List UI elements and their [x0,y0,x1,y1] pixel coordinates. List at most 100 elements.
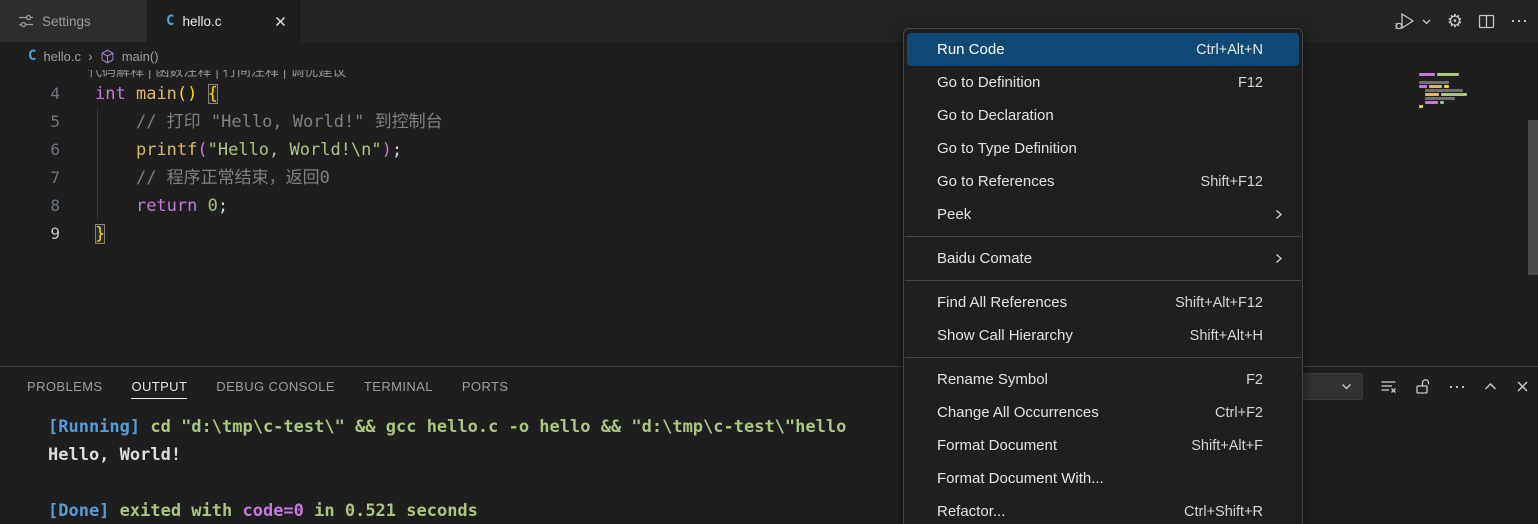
code-text: } [60,220,105,248]
output-line: [Done] exited with code=0 in 0.521 secon… [48,497,1538,524]
panel-tab-output[interactable]: OUTPUT [131,367,187,406]
codelens-links[interactable]: 代码解释 | 函数注释 | 行间注释 | 调优建议 [88,70,1538,80]
channel-select-chevron-icon [1340,380,1353,393]
code-line[interactable]: 7 // 程序正常结束，返回0 [0,164,1538,192]
clear-output-icon[interactable] [1380,378,1397,395]
menu-item-label: Format Document With... [937,470,1289,487]
close-icon[interactable] [274,15,287,28]
panel-tab-ports[interactable]: PORTS [462,367,509,406]
menu-item-label: Refactor... [937,503,1184,520]
menu-item-shortcut: Shift+F12 [1201,174,1263,190]
menu-item-peek[interactable]: Peek [907,198,1299,231]
menu-item-refactor[interactable]: Refactor...Ctrl+Shift+R [907,495,1299,524]
output-line [48,469,1538,497]
code-text: return 0; [60,192,228,220]
menu-item-label: Change All Occurrences [937,404,1215,421]
tab-hello-c[interactable]: C hello.c [148,0,300,42]
panel-tab-problems[interactable]: PROBLEMS [27,367,102,406]
menu-item-change-all-occurrences[interactable]: Change All OccurrencesCtrl+F2 [907,396,1299,429]
panel-tabs: PROBLEMS OUTPUT DEBUG CONSOLE TERMINAL PORTS [27,367,508,406]
code-text: int main() { [60,80,218,108]
menu-item-shortcut: Ctrl+F2 [1215,405,1263,421]
code-text: // 程序正常结束，返回0 [60,164,330,192]
breadcrumb-symbol[interactable]: main() [122,49,159,64]
code-line[interactable]: 6 printf("Hello, World!\n"); [0,136,1538,164]
menu-item-shortcut: Shift+Alt+F [1191,438,1263,454]
menu-item-label: Go to References [937,173,1201,190]
menu-item-go-to-declaration[interactable]: Go to Declaration [907,99,1299,132]
maximize-panel-icon[interactable] [1483,380,1498,393]
editor-scrollbar[interactable] [1528,70,1538,366]
menu-item-format-document-with[interactable]: Format Document With... [907,462,1299,495]
indent-guide [97,108,98,220]
tab-label: Settings [42,14,91,29]
menu-item-label: Go to Definition [937,74,1238,91]
menu-item-label: Baidu Comate [937,250,1272,267]
code-text: printf("Hello, World!\n"); [60,136,402,164]
bottom-panel: PROBLEMS OUTPUT DEBUG CONSOLE TERMINAL PORTS… [0,366,1538,524]
menu-item-go-to-type-definition[interactable]: Go to Type Definition [907,132,1299,165]
menu-item-shortcut: F12 [1238,75,1263,91]
close-panel-icon[interactable] [1515,379,1530,394]
tab-settings[interactable]: Settings [0,0,148,42]
menu-item-label: Format Document [937,437,1191,454]
tab-label: hello.c [182,14,221,29]
code-editor[interactable]: 代码解释 | 函数注释 | 行间注释 | 调优建议 4int main() {5… [0,70,1538,366]
menu-item-go-to-references[interactable]: Go to ReferencesShift+F12 [907,165,1299,198]
line-number: 9 [0,220,60,248]
more-actions-icon[interactable]: ⋯ [1448,378,1466,396]
code-text: // 打印 "Hello, World!" 到控制台 [60,108,443,136]
c-file-icon: C [28,48,36,64]
breadcrumb-separator: › [88,48,93,64]
menu-item-baidu-comate[interactable]: Baidu Comate [907,242,1299,275]
submenu-chevron-right-icon [1272,252,1285,265]
more-actions-icon[interactable]: ⋯ [1510,12,1528,30]
settings-sliders-icon [18,13,34,29]
panel-tab-debug-console[interactable]: DEBUG CONSOLE [216,367,335,406]
c-file-icon: C [166,13,174,29]
code-line[interactable]: 9} [0,220,1538,248]
menu-item-run-code[interactable]: Run CodeCtrl+Alt+N [907,33,1299,66]
line-number: 7 [0,164,60,192]
line-number: 4 [0,80,60,108]
output-line: [Running] cd "d:\tmp\c-test\" && gcc hel… [48,413,1538,441]
menu-item-go-to-definition[interactable]: Go to DefinitionF12 [907,66,1299,99]
menu-item-label: Go to Type Definition [937,140,1289,157]
menu-item-shortcut: F2 [1246,372,1263,388]
breadcrumb: C hello.c › main() [0,42,1538,70]
line-number: 6 [0,136,60,164]
menu-separator [905,280,1301,281]
code-line[interactable]: 5 // 打印 "Hello, World!" 到控制台 [0,108,1538,136]
split-editor-icon[interactable] [1478,14,1495,29]
menu-item-show-call-hierarchy[interactable]: Show Call HierarchyShift+Alt+H [907,319,1299,352]
menu-item-label: Run Code [937,41,1196,58]
code-lines: 4int main() {5 // 打印 "Hello, World!" 到控制… [0,80,1538,248]
code-line[interactable]: 4int main() { [0,80,1538,108]
editor-actions: ⚙ ⋯ [1393,0,1528,42]
symbol-method-icon [100,49,115,64]
menu-item-rename-symbol[interactable]: Rename SymbolF2 [907,363,1299,396]
settings-gear-icon[interactable]: ⚙ [1447,12,1463,30]
menu-item-shortcut: Shift+Alt+H [1190,328,1263,344]
menu-separator [905,236,1301,237]
scrollbar-slider[interactable] [1528,120,1538,275]
output-console[interactable]: [Running] cd "d:\tmp\c-test\" && gcc hel… [0,407,1538,524]
menu-item-find-all-references[interactable]: Find All ReferencesShift+Alt+F12 [907,286,1299,319]
line-number: 8 [0,192,60,220]
run-or-debug-button[interactable] [1393,10,1432,32]
editor-context-menu: Run CodeCtrl+Alt+NGo to DefinitionF12Go … [903,28,1303,524]
breadcrumb-file[interactable]: hello.c [43,49,81,64]
minimap-line [1419,105,1525,109]
panel-tab-terminal[interactable]: TERMINAL [364,367,433,406]
menu-item-shortcut: Ctrl+Alt+N [1196,42,1263,58]
menu-item-label: Go to Declaration [937,107,1289,124]
minimap[interactable] [1417,73,1525,109]
menu-item-format-document[interactable]: Format DocumentShift+Alt+F [907,429,1299,462]
menu-separator [905,357,1301,358]
chevron-down-icon[interactable] [1421,16,1432,27]
menu-item-label: Rename Symbol [937,371,1246,388]
code-line[interactable]: 8 return 0; [0,192,1538,220]
menu-item-shortcut: Ctrl+Shift+R [1184,504,1263,520]
submenu-chevron-right-icon [1272,208,1285,221]
unlock-icon[interactable] [1414,378,1431,395]
